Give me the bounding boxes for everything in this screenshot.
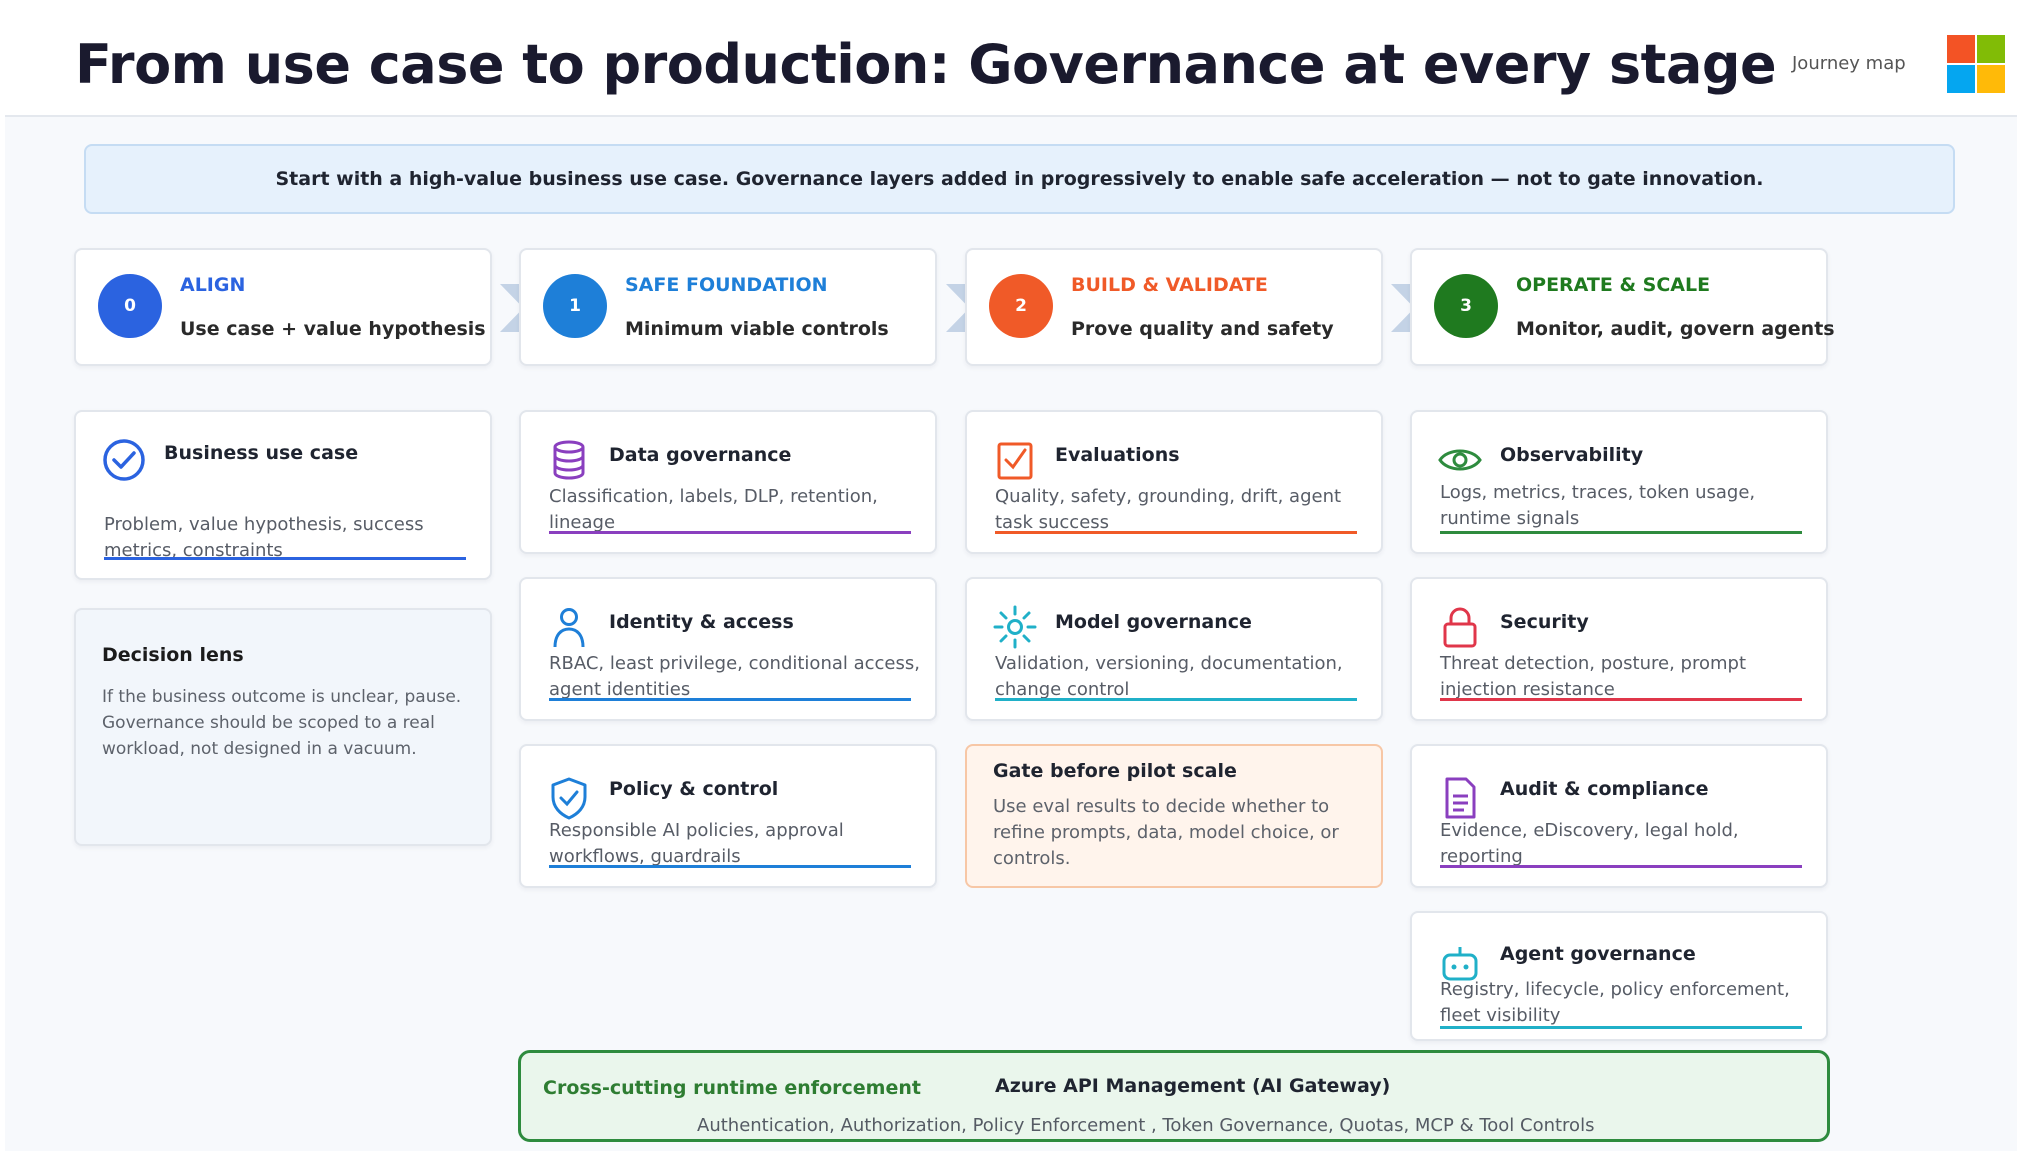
accent-underline xyxy=(549,531,911,534)
card-decision-lens: Decision lens If the business outcome is… xyxy=(74,608,492,846)
card-observability: Observability Logs, metrics, traces, tok… xyxy=(1410,410,1828,554)
card-title: Policy & control xyxy=(609,778,779,800)
runtime-description: Authentication, Authorization, Policy En… xyxy=(697,1115,1595,1136)
stage-safe-foundation: 1 SAFE FOUNDATION Minimum viable control… xyxy=(519,248,937,366)
runtime-title: Azure API Management (AI Gateway) xyxy=(995,1075,1391,1097)
shield-check-icon xyxy=(551,777,587,820)
card-title: Business use case xyxy=(164,442,359,464)
card-audit-compliance: Audit & compliance Evidence, eDiscovery,… xyxy=(1410,744,1828,888)
card-description: Threat detection, posture, prompt inject… xyxy=(1440,653,1747,700)
card-title: Decision lens xyxy=(102,644,244,666)
card-description: Evidence, eDiscovery, legal hold, report… xyxy=(1440,820,1739,867)
card-title: Audit & compliance xyxy=(1500,778,1709,800)
card-description: Responsible AI policies, approval workfl… xyxy=(549,820,844,867)
card-identity-access: Identity & access RBAC, least privilege,… xyxy=(519,577,937,721)
card-title: Observability xyxy=(1500,444,1644,466)
runtime-label: Cross-cutting runtime enforcement xyxy=(543,1077,921,1099)
lock-icon xyxy=(1443,607,1477,648)
document-icon xyxy=(1445,777,1476,819)
stage-align: 0 ALIGN Use case + value hypothesis xyxy=(74,248,492,366)
person-icon xyxy=(553,608,585,648)
stage-number: 2 xyxy=(989,274,1053,338)
accent-underline xyxy=(104,557,466,560)
card-description: Classification, labels, DLP, retention, … xyxy=(549,486,878,533)
card-title: Data governance xyxy=(609,444,792,466)
database-icon xyxy=(553,440,585,480)
intro-banner: Start with a high-value business use cas… xyxy=(84,144,1955,214)
card-policy-control: Policy & control Responsible AI policies… xyxy=(519,744,937,888)
card-title: Evaluations xyxy=(1055,444,1180,466)
card-title: Agent governance xyxy=(1500,943,1696,965)
card-title: Security xyxy=(1500,611,1589,633)
accent-underline xyxy=(549,698,911,701)
accent-underline xyxy=(1440,865,1802,868)
eye-icon xyxy=(1438,449,1482,471)
card-business-use-case: Business use case Problem, value hypothe… xyxy=(74,410,492,580)
accent-underline xyxy=(1440,531,1802,534)
model-sun-icon xyxy=(993,605,1037,649)
header: From use case to production: Governance … xyxy=(5,5,2017,117)
card-description: Registry, lifecycle, policy enforcement,… xyxy=(1440,979,1790,1026)
runtime-enforcement-bar: Cross-cutting runtime enforcement Azure … xyxy=(518,1050,1830,1142)
stage-description: Monitor, audit, govern agents xyxy=(1516,318,1835,340)
card-data-governance: Data governance Classification, labels, … xyxy=(519,410,937,554)
card-description: Use eval results to decide whether to re… xyxy=(993,796,1339,869)
card-title: Model governance xyxy=(1055,611,1252,633)
stage-number: 0 xyxy=(98,274,162,338)
card-description: If the business outcome is unclear, paus… xyxy=(102,687,462,759)
stage-description: Prove quality and safety xyxy=(1071,318,1334,340)
card-security: Security Threat detection, posture, prom… xyxy=(1410,577,1828,721)
card-description: Quality, safety, grounding, drift, agent… xyxy=(995,486,1342,533)
card-agent-governance: Agent governance Registry, lifecycle, po… xyxy=(1410,911,1828,1041)
card-model-governance: Model governance Validation, versioning,… xyxy=(965,577,1383,721)
accent-underline xyxy=(1440,1026,1802,1029)
journey-map-label: Journey map xyxy=(1792,53,1906,74)
checklist-icon xyxy=(997,442,1033,480)
card-title: Identity & access xyxy=(609,611,794,633)
stage-name: SAFE FOUNDATION xyxy=(625,274,828,296)
page-title: From use case to production: Governance … xyxy=(75,33,1777,96)
card-gate-before-pilot: Gate before pilot scale Use eval results… xyxy=(965,744,1383,888)
stage-description: Minimum viable controls xyxy=(625,318,889,340)
stage-number: 1 xyxy=(543,274,607,338)
stage-name: OPERATE & SCALE xyxy=(1516,274,1711,296)
card-description: Logs, metrics, traces, token usage, runt… xyxy=(1440,482,1756,529)
accent-underline xyxy=(549,865,911,868)
card-evaluations: Evaluations Quality, safety, grounding, … xyxy=(965,410,1383,554)
accent-underline xyxy=(1440,698,1802,701)
stage-name: BUILD & VALIDATE xyxy=(1071,274,1268,296)
check-circle-icon xyxy=(103,439,145,481)
stage-name: ALIGN xyxy=(180,274,246,296)
stage-build-validate: 2 BUILD & VALIDATE Prove quality and saf… xyxy=(965,248,1383,366)
accent-underline xyxy=(995,531,1357,534)
card-description: RBAC, least privilege, conditional acces… xyxy=(549,653,920,700)
stage-description: Use case + value hypothesis xyxy=(180,318,486,340)
accent-underline xyxy=(995,698,1357,701)
microsoft-logo xyxy=(1947,35,2005,93)
stage-number: 3 xyxy=(1434,274,1498,338)
card-description: Validation, versioning, documentation, c… xyxy=(995,653,1343,700)
card-title: Gate before pilot scale xyxy=(993,760,1237,782)
stage-operate-scale: 3 OPERATE & SCALE Monitor, audit, govern… xyxy=(1410,248,1835,366)
